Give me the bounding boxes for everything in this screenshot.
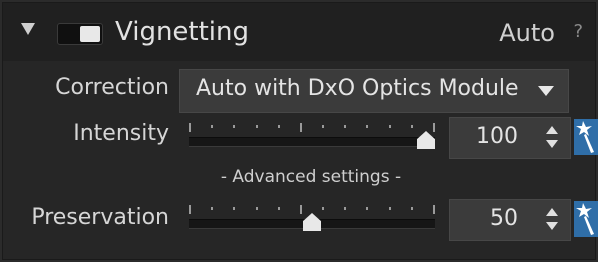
section-header[interactable]: Vignetting Auto ? <box>3 3 595 61</box>
magic-wand-icon[interactable] <box>574 201 598 237</box>
intensity-value[interactable]: 100 <box>476 124 518 149</box>
slider-tick <box>389 207 391 210</box>
slider-tick <box>411 207 413 210</box>
slider-tick <box>322 125 324 128</box>
preservation-slider[interactable] <box>189 201 435 237</box>
help-icon[interactable]: ? <box>573 21 583 42</box>
slider-tick <box>300 205 302 214</box>
intensity-spinbox[interactable]: 100 <box>449 117 571 159</box>
vignetting-palette: Vignetting Auto ? Correction Auto with D… <box>2 2 598 260</box>
toggle-knob <box>80 26 100 42</box>
slider-tick <box>366 125 368 128</box>
spin-down-icon[interactable] <box>546 222 558 230</box>
spin-up-icon[interactable] <box>546 208 558 216</box>
slider-tick <box>278 125 280 128</box>
slider-tick <box>322 207 324 210</box>
correction-value: Auto with DxO Optics Module <box>196 76 519 101</box>
slider-tick <box>189 205 191 214</box>
slider-tick <box>366 207 368 210</box>
magic-wand-icon[interactable] <box>574 119 598 155</box>
slider-tick <box>256 125 258 128</box>
preservation-label: Preservation <box>31 205 169 230</box>
slider-thumb[interactable] <box>303 213 321 231</box>
intensity-slider[interactable] <box>189 119 435 155</box>
slider-tick <box>433 123 435 132</box>
auto-mode-label[interactable]: Auto <box>499 19 555 47</box>
slider-tick <box>233 207 235 210</box>
section-title: Vignetting <box>115 17 250 47</box>
preservation-spinbox[interactable]: 50 <box>449 199 571 241</box>
slider-tick <box>211 125 213 128</box>
slider-tick <box>433 205 435 214</box>
slider-tick <box>211 207 213 210</box>
dropdown-arrow-icon <box>538 86 554 96</box>
slider-tick <box>189 123 191 132</box>
slider-tick <box>233 125 235 128</box>
spin-down-icon[interactable] <box>546 140 558 148</box>
enable-toggle[interactable] <box>57 23 103 45</box>
collapse-triangle-icon[interactable] <box>21 23 35 35</box>
preservation-value[interactable]: 50 <box>490 206 518 231</box>
slider-thumb[interactable] <box>417 131 435 149</box>
correction-label: Correction <box>55 75 169 100</box>
advanced-settings-label: - Advanced settings - <box>220 167 402 187</box>
slider-tick <box>278 207 280 210</box>
slider-tick <box>344 207 346 210</box>
slider-tick <box>344 125 346 128</box>
slider-tick <box>300 123 302 132</box>
slider-tick <box>256 207 258 210</box>
spin-up-icon[interactable] <box>546 126 558 134</box>
correction-dropdown[interactable]: Auto with DxO Optics Module <box>179 69 569 113</box>
intensity-label: Intensity <box>73 121 169 146</box>
slider-tick <box>411 125 413 128</box>
slider-ticks <box>189 205 435 214</box>
slider-track <box>189 137 435 147</box>
slider-tick <box>389 125 391 128</box>
slider-ticks <box>189 123 435 132</box>
